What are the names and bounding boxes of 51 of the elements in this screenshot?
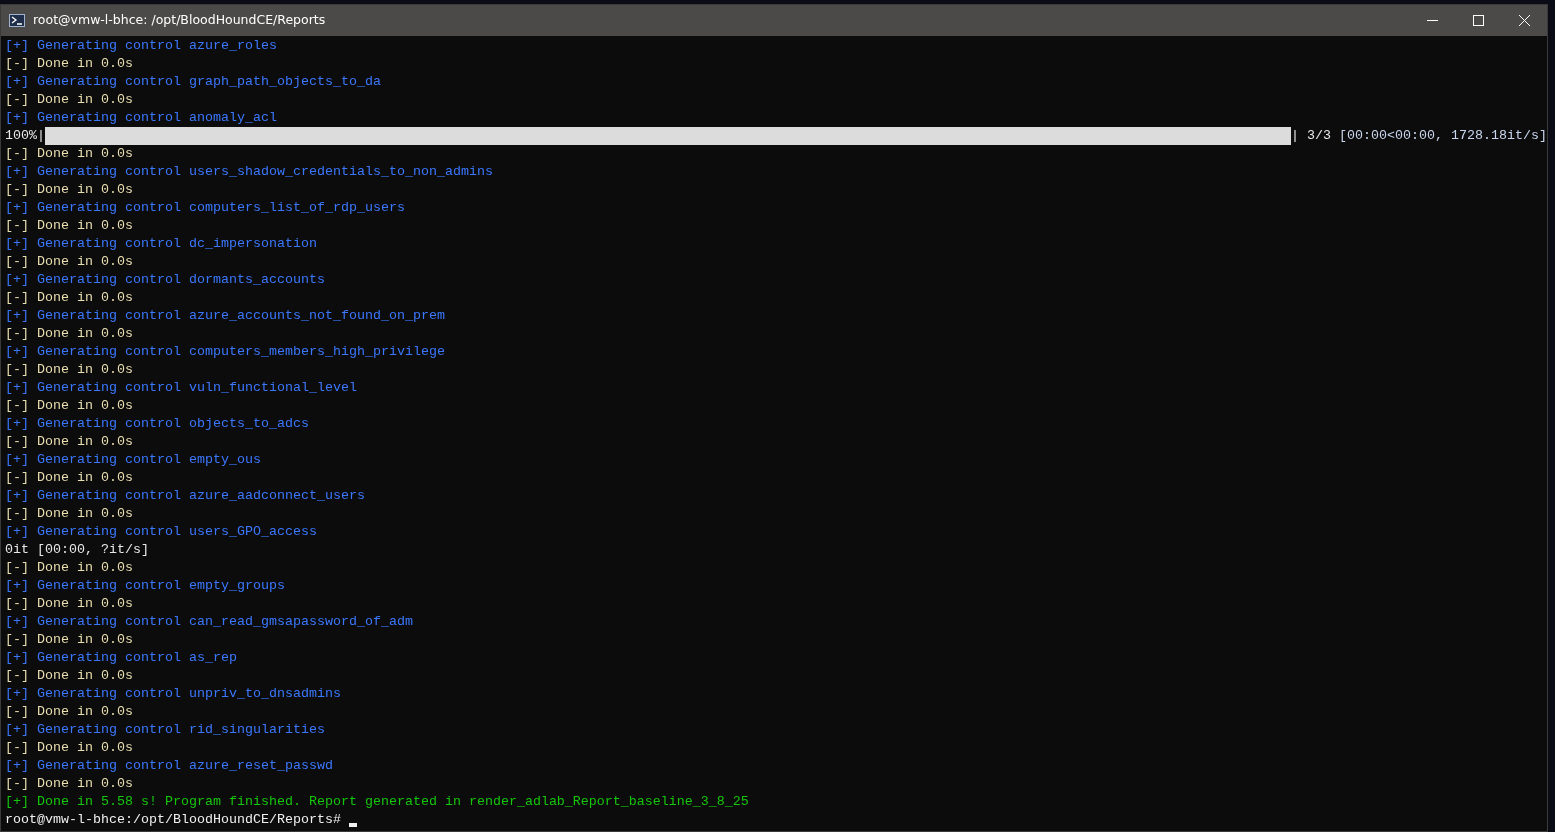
log-line: [-] Done in 0.0s [5,181,133,199]
log-line: [+] Generating control empty_groups [5,577,285,595]
log-line: [-] Done in 0.0s [5,325,133,343]
log-line: [-] Done in 0.0s [5,703,133,721]
progress-count: | 3/3 [1291,127,1332,145]
log-line: [+] Generating control dc_impersonation [5,235,317,253]
log-line: [-] Done in 0.0s [5,217,133,235]
terminal-icon [9,14,25,27]
log-line: [-] Done in 0.0s [5,145,133,163]
log-line: [-] Done in 0.0s [5,559,133,577]
success-line: [+] Done in 5.58 s! Program finished. Report generated in render_adlab_Report_baseline_3_8_25 [5,793,749,811]
log-line: [-] Done in 0.0s [5,91,133,109]
progress-stats: [00:00<00:00, 1728.18it/s] [1339,127,1547,145]
log-line: [-] Done in 0.0s [5,505,133,523]
log-line: [-] Done in 0.0s [5,253,133,271]
text-cursor [348,823,357,827]
log-line: [+] Generating control users_shadow_credentials_to_non_admins [5,163,493,181]
log-line: [+] Generating control azure_roles [5,37,277,55]
log-line: [+] Generating control graph_path_objects_to_da [5,73,381,91]
log-line: [+] Generating control computers_list_of_rdp_users [5,199,405,217]
maximize-icon [1472,15,1484,26]
log-line: [+] Generating control azure_accounts_not_found_on_prem [5,307,445,325]
log-line: [+] Generating control can_read_gmsapassword_of_adm [5,613,413,631]
log-line: [+] Generating control unpriv_to_dnsadmins [5,685,341,703]
log-line: [-] Done in 0.0s [5,631,133,649]
log-line: [+] Generating control rid_singularities [5,721,325,739]
log-line: [-] Done in 0.0s [5,433,133,451]
window-title: root@vmw-l-bhce: /opt/BloodHoundCE/Reports [33,11,326,30]
log-line: [-] Done in 0.0s [5,739,133,757]
log-line: [+] Generating control users_GPO_access [5,523,317,541]
log-line: [-] Done in 0.0s [5,775,133,793]
log-line: [+] Generating control computers_members_high_privilege [5,343,445,361]
log-line: 0it [00:00, ?it/s] [5,541,149,559]
log-line: [-] Done in 0.0s [5,289,133,307]
log-line: [+] Generating control azure_aadconnect_users [5,487,365,505]
log-line: [+] Generating control azure_reset_passwd [5,757,333,775]
log-line: [-] Done in 0.0s [5,361,133,379]
log-line: [+] Generating control empty_ous [5,451,261,469]
log-line: [-] Done in 0.0s [5,667,133,685]
log-line: [+] Generating control objects_to_adcs [5,415,309,433]
shell-prompt: root@vmw-l-bhce:/opt/BloodHoundCE/Reports# [5,811,341,829]
log-line: [+] Generating control dormants_accounts [5,271,325,289]
log-line: [+] Generating control as_rep [5,649,237,667]
log-line: [-] Done in 0.0s [5,595,133,613]
close-icon [1518,15,1530,26]
progress-percent: 100%| [5,127,45,145]
log-line: [-] Done in 0.0s [5,55,133,73]
log-line: [+] Generating control vuln_functional_level [5,379,357,397]
log-line: [-] Done in 0.0s [5,397,133,415]
log-line: [-] Done in 0.0s [5,469,133,487]
log-line: [+] Generating control anomaly_acl [5,109,277,127]
